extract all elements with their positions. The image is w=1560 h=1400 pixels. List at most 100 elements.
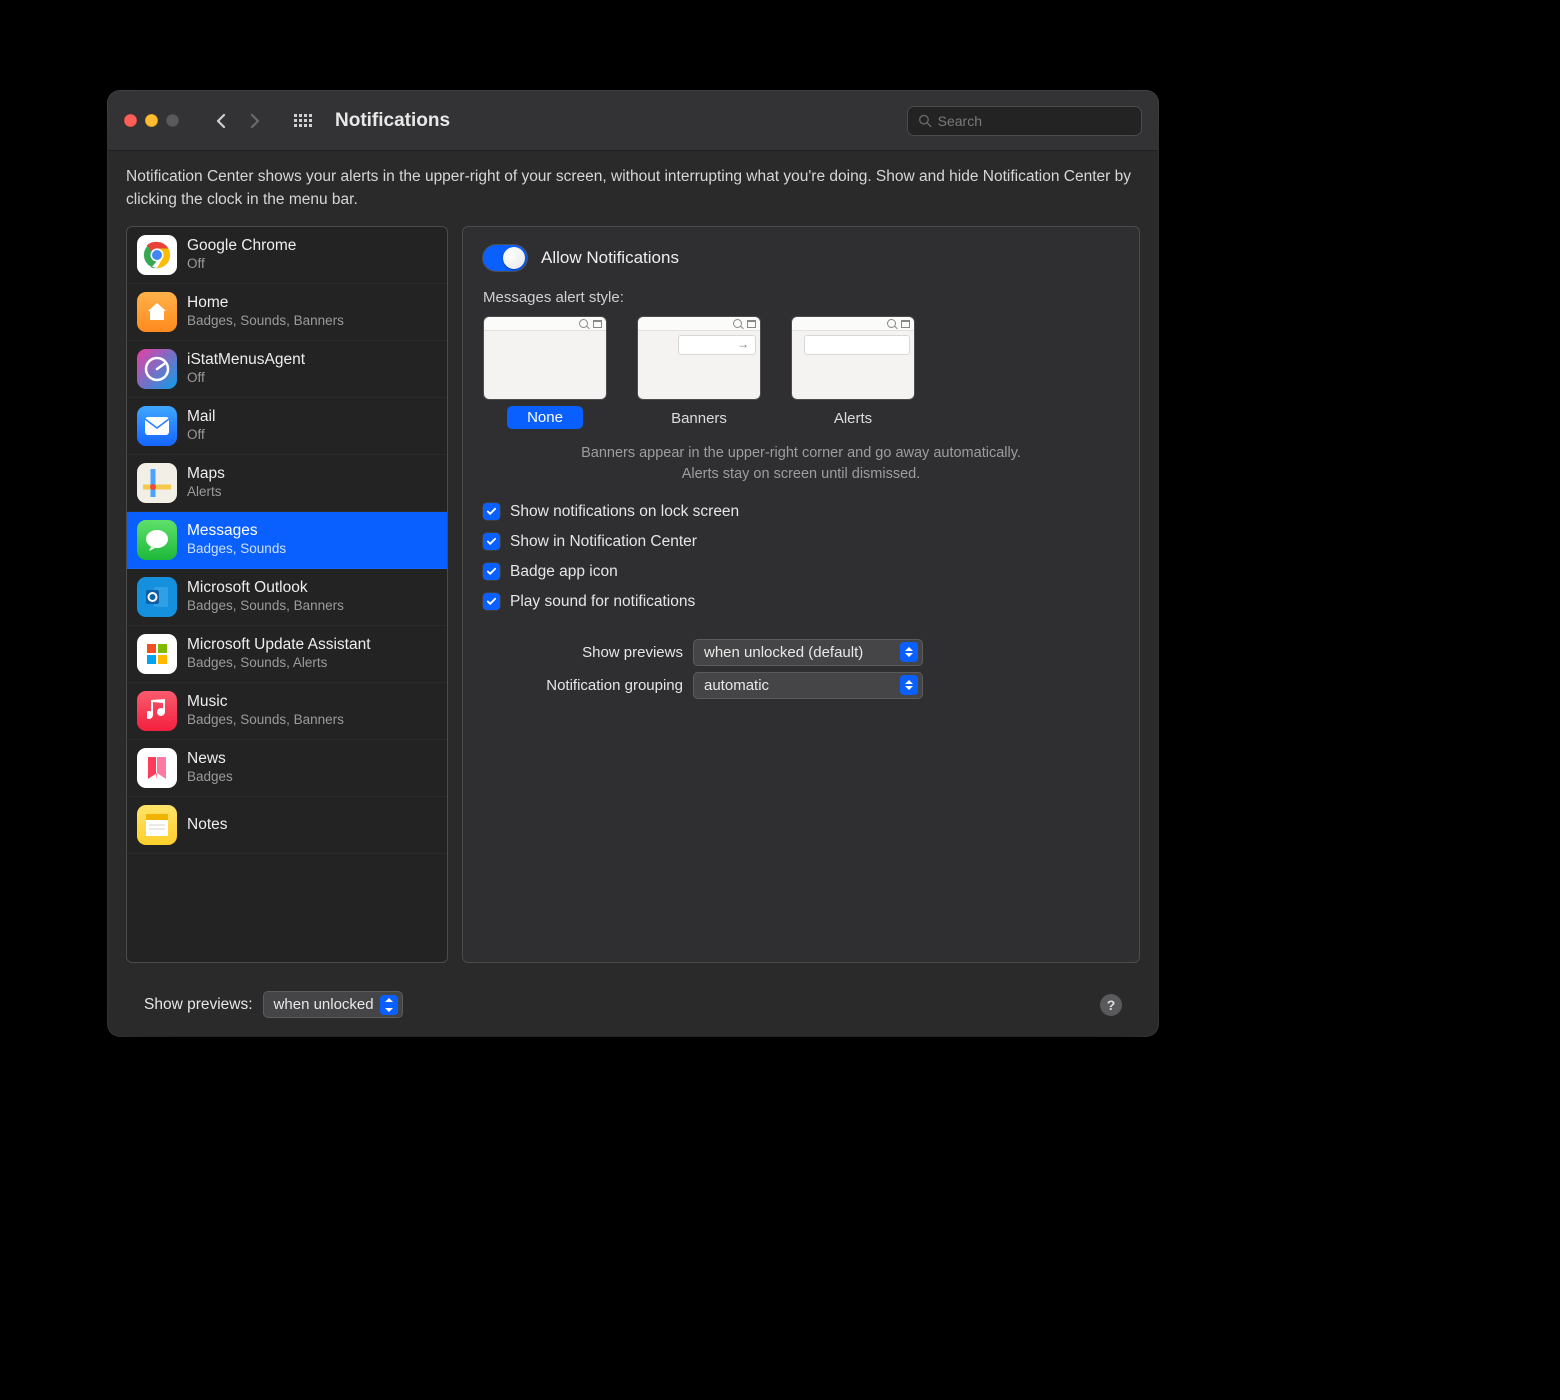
- check-badge-row[interactable]: Badge app icon: [483, 563, 1119, 581]
- alert-style-banners-label: Banners: [671, 410, 727, 427]
- app-subtitle: Badges, Sounds, Alerts: [187, 655, 371, 672]
- page-title: Notifications: [335, 110, 450, 132]
- show-previews-select[interactable]: when unlocked (default): [693, 639, 923, 666]
- home-icon: [137, 292, 177, 332]
- detail-pane: Allow Notifications Messages alert style…: [462, 226, 1140, 964]
- stepper-icon: [900, 675, 918, 695]
- app-row-chrome[interactable]: Google ChromeOff: [127, 227, 447, 284]
- close-window-button[interactable]: [124, 114, 137, 127]
- music-icon: [137, 691, 177, 731]
- show-previews-label: Show previews: [483, 644, 683, 661]
- check-notif-center-label: Show in Notification Center: [510, 533, 697, 551]
- app-subtitle: Off: [187, 256, 296, 273]
- app-name: Maps: [187, 464, 225, 483]
- alert-style-alerts-preview: [791, 316, 915, 400]
- alert-style-alerts[interactable]: Alerts: [791, 316, 915, 429]
- show-previews-value: when unlocked (default): [704, 644, 863, 661]
- zoom-window-button: [166, 114, 179, 127]
- app-name: Home: [187, 293, 344, 312]
- forward-button: [241, 108, 269, 134]
- app-row-music[interactable]: MusicBadges, Sounds, Banners: [127, 683, 447, 740]
- grouping-select[interactable]: automatic: [693, 672, 923, 699]
- app-row-notes[interactable]: Notes: [127, 797, 447, 854]
- app-name: Music: [187, 692, 344, 711]
- app-name: iStatMenusAgent: [187, 350, 305, 369]
- news-icon: [137, 748, 177, 788]
- back-button[interactable]: [207, 108, 235, 134]
- footer-previews-value: when unlocked: [274, 996, 374, 1013]
- app-subtitle: Off: [187, 370, 305, 387]
- app-subtitle: Badges, Sounds, Banners: [187, 712, 344, 729]
- istat-icon: [137, 349, 177, 389]
- help-button[interactable]: ?: [1100, 994, 1122, 1016]
- footer: Show previews: when unlocked ?: [126, 977, 1140, 1018]
- search-field[interactable]: [907, 106, 1142, 136]
- app-subtitle: Badges, Sounds, Banners: [187, 598, 344, 615]
- app-name: Google Chrome: [187, 236, 296, 255]
- window-controls: [124, 114, 179, 127]
- search-input[interactable]: [938, 113, 1131, 129]
- app-row-msg[interactable]: MessagesBadges, Sounds: [127, 512, 447, 569]
- maps-icon: [137, 463, 177, 503]
- panes: Google ChromeOffHomeBadges, Sounds, Bann…: [126, 226, 1140, 964]
- app-name: Notes: [187, 815, 228, 834]
- alert-style-description: Banners appear in the upper-right corner…: [566, 443, 1036, 485]
- app-name: Microsoft Update Assistant: [187, 635, 371, 654]
- alert-style-banners-preview: [637, 316, 761, 400]
- alert-style-none[interactable]: None: [483, 316, 607, 429]
- check-notif-center-row[interactable]: Show in Notification Center: [483, 533, 1119, 551]
- app-row-home[interactable]: HomeBadges, Sounds, Banners: [127, 284, 447, 341]
- check-lock-screen-row[interactable]: Show notifications on lock screen: [483, 503, 1119, 521]
- app-row-outlook[interactable]: Microsoft OutlookBadges, Sounds, Banners: [127, 569, 447, 626]
- check-sound-label: Play sound for notifications: [510, 593, 695, 611]
- allow-notifications-label: Allow Notifications: [541, 248, 679, 268]
- app-list: Google ChromeOffHomeBadges, Sounds, Bann…: [126, 226, 448, 964]
- notes-icon: [137, 805, 177, 845]
- app-name: News: [187, 749, 233, 768]
- mail-icon: [137, 406, 177, 446]
- app-name: Mail: [187, 407, 215, 426]
- alert-style-heading: Messages alert style:: [483, 289, 1119, 306]
- mua-icon: [137, 634, 177, 674]
- app-row-news[interactable]: NewsBadges: [127, 740, 447, 797]
- show-all-button[interactable]: [289, 108, 317, 134]
- grouping-value: automatic: [704, 677, 769, 694]
- preferences-window: Notifications Notification Center shows …: [108, 91, 1158, 1036]
- alert-style-none-label: None: [507, 406, 583, 429]
- toolbar: Notifications: [108, 91, 1158, 151]
- grouping-row: Notification grouping automatic: [483, 672, 1119, 699]
- app-subtitle: Badges: [187, 769, 233, 786]
- app-subtitle: Off: [187, 427, 215, 444]
- msg-icon: [137, 520, 177, 560]
- app-row-mail[interactable]: MailOff: [127, 398, 447, 455]
- check-lock-screen-label: Show notifications on lock screen: [510, 503, 739, 521]
- body: Notification Center shows your alerts in…: [108, 151, 1158, 1036]
- check-sound-row[interactable]: Play sound for notifications: [483, 593, 1119, 611]
- footer-previews-select[interactable]: when unlocked: [263, 991, 403, 1018]
- search-icon: [918, 113, 932, 128]
- show-previews-row: Show previews when unlocked (default): [483, 639, 1119, 666]
- check-badge-box: [483, 563, 500, 580]
- minimize-window-button[interactable]: [145, 114, 158, 127]
- app-row-mua[interactable]: Microsoft Update AssistantBadges, Sounds…: [127, 626, 447, 683]
- app-name: Microsoft Outlook: [187, 578, 344, 597]
- allow-notifications-toggle[interactable]: [483, 245, 527, 271]
- alert-style-none-preview: [483, 316, 607, 400]
- outlook-icon: [137, 577, 177, 617]
- grouping-label: Notification grouping: [483, 677, 683, 694]
- app-row-istat[interactable]: iStatMenusAgentOff: [127, 341, 447, 398]
- check-sound-box: [483, 593, 500, 610]
- chrome-icon: [137, 235, 177, 275]
- app-row-maps[interactable]: MapsAlerts: [127, 455, 447, 512]
- nav-buttons: [207, 108, 269, 134]
- app-subtitle: Badges, Sounds: [187, 541, 286, 558]
- allow-notifications-row: Allow Notifications: [483, 245, 1119, 271]
- app-list-scroll[interactable]: Google ChromeOffHomeBadges, Sounds, Bann…: [127, 227, 447, 963]
- alert-style-banners[interactable]: Banners: [637, 316, 761, 429]
- check-badge-label: Badge app icon: [510, 563, 618, 581]
- check-lock-screen-box: [483, 503, 500, 520]
- alert-style-row: None Banners Alerts: [483, 316, 1119, 429]
- intro-text: Notification Center shows your alerts in…: [126, 165, 1140, 212]
- app-subtitle: Alerts: [187, 484, 225, 501]
- check-notif-center-box: [483, 533, 500, 550]
